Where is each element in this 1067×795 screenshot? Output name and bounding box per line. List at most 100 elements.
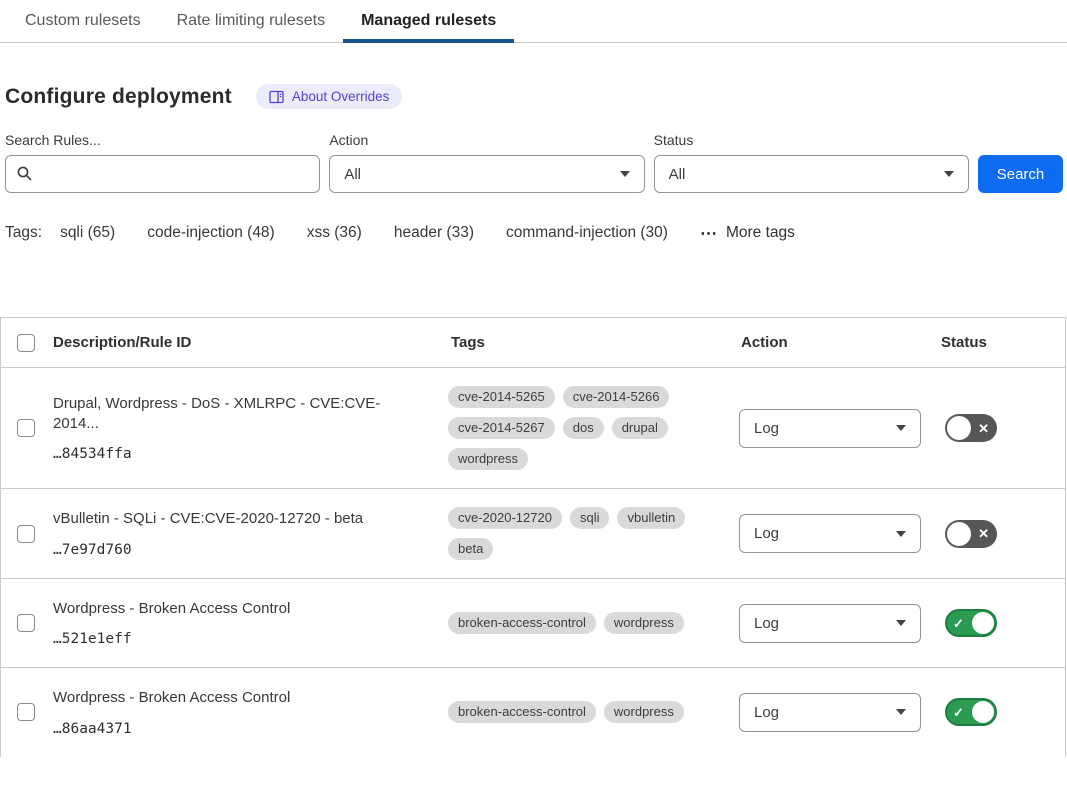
status-toggle[interactable]: ✕: [945, 520, 997, 548]
page-title: Configure deployment: [5, 85, 232, 109]
ruleset-tabbar: Custom rulesets Rate limiting rulesets M…: [0, 0, 1067, 43]
row-checkbox[interactable]: [17, 614, 35, 632]
rule-description: Wordpress - Broken Access Control: [53, 688, 422, 708]
column-header-description: Description/Rule ID: [53, 334, 448, 351]
tag-pill: cve-2020-12720: [448, 507, 562, 529]
tags-bar: Tags: sqli (65) code-injection (48) xss …: [5, 224, 1063, 242]
tab-managed-rulesets[interactable]: Managed rulesets: [343, 0, 514, 42]
more-tags-label: More tags: [726, 224, 795, 242]
tag-filter-xss[interactable]: xss (36): [307, 224, 362, 242]
column-header-status: Status: [941, 334, 1065, 351]
tag-pill: wordpress: [448, 448, 528, 470]
rule-id: …521e1eff: [53, 631, 422, 647]
more-tags-button[interactable]: ⋯ More tags: [700, 224, 795, 242]
tab-rate-limiting-rulesets[interactable]: Rate limiting rulesets: [159, 0, 344, 42]
tag-pill: drupal: [612, 417, 668, 439]
tag-pill: sqli: [570, 507, 610, 529]
about-overrides-link[interactable]: About Overrides: [256, 84, 403, 109]
rules-table: Description/Rule ID Tags Action Status D…: [0, 317, 1066, 757]
status-toggle[interactable]: ✓: [945, 698, 997, 726]
tags-bar-label: Tags:: [5, 224, 42, 242]
chevron-down-icon: [944, 171, 954, 177]
x-icon: ✕: [978, 527, 989, 540]
tag-pill: wordpress: [604, 612, 684, 634]
status-toggle[interactable]: ✓: [945, 609, 997, 637]
row-checkbox[interactable]: [17, 525, 35, 543]
toggle-knob: [972, 701, 994, 723]
tag-pill: vbulletin: [617, 507, 685, 529]
tag-pill: cve-2014-5266: [563, 386, 670, 408]
row-action-value: Log: [754, 420, 779, 437]
ellipsis-icon: ⋯: [700, 225, 717, 242]
row-action-select[interactable]: Log: [739, 693, 921, 732]
tag-filter-sqli[interactable]: sqli (65): [60, 224, 115, 242]
search-group: Search Rules...: [5, 132, 320, 193]
rule-description: Wordpress - Broken Access Control: [53, 599, 422, 619]
table-row: Wordpress - Broken Access Control …521e1…: [1, 578, 1065, 667]
filter-row: Search Rules... Action All Status: [5, 132, 1063, 193]
action-filter-value: All: [344, 166, 361, 183]
check-icon: ✓: [953, 617, 964, 630]
action-filter-group: Action All: [329, 132, 644, 193]
rule-tags: cve-2020-12720 sqli vbulletin beta: [448, 489, 739, 578]
toggle-knob: [947, 416, 971, 440]
tag-filter-command-injection[interactable]: command-injection (30): [506, 224, 668, 242]
check-icon: ✓: [953, 706, 964, 719]
status-filter-group: Status All: [654, 132, 969, 193]
rule-tags: broken-access-control wordpress: [448, 683, 739, 741]
tag-pill: beta: [448, 538, 493, 560]
search-button[interactable]: Search: [978, 155, 1063, 193]
row-action-select[interactable]: Log: [739, 409, 921, 448]
action-filter-select[interactable]: All: [329, 155, 644, 193]
status-toggle[interactable]: ✕: [945, 414, 997, 442]
chevron-down-icon: [896, 531, 906, 537]
status-filter-select[interactable]: All: [654, 155, 969, 193]
status-filter-value: All: [669, 166, 686, 183]
rule-description: Drupal, Wordpress - DoS - XMLRPC - CVE:C…: [53, 394, 422, 435]
about-overrides-label: About Overrides: [292, 89, 390, 104]
table-row: Wordpress - Broken Access Control …86aa4…: [1, 667, 1065, 756]
tab-custom-rulesets[interactable]: Custom rulesets: [7, 0, 159, 42]
row-action-value: Log: [754, 704, 779, 721]
tag-filter-code-injection[interactable]: code-injection (48): [147, 224, 275, 242]
rule-id: …86aa4371: [53, 721, 422, 737]
toggle-knob: [947, 522, 971, 546]
tag-pill: broken-access-control: [448, 701, 596, 723]
search-label: Search Rules...: [5, 132, 320, 148]
chevron-down-icon: [896, 620, 906, 626]
rule-tags: cve-2014-5265 cve-2014-5266 cve-2014-5267 d…: [448, 368, 739, 488]
tag-pill: cve-2014-5265: [448, 386, 555, 408]
status-filter-label: Status: [654, 132, 969, 148]
table-row: vBulletin - SQLi - CVE:CVE-2020-12720 - …: [1, 488, 1065, 578]
row-action-select[interactable]: Log: [739, 514, 921, 553]
page-head: Configure deployment About Overrides: [5, 84, 1063, 109]
x-icon: ✕: [978, 422, 989, 435]
tag-filter-header[interactable]: header (33): [394, 224, 474, 242]
row-action-select[interactable]: Log: [739, 604, 921, 643]
rule-id: …7e97d760: [53, 542, 422, 558]
table-body: Drupal, Wordpress - DoS - XMLRPC - CVE:C…: [1, 367, 1065, 757]
book-icon: [269, 90, 284, 104]
tag-pill: cve-2014-5267: [448, 417, 555, 439]
column-header-action: Action: [739, 334, 941, 351]
table-header-row: Description/Rule ID Tags Action Status: [1, 318, 1065, 367]
select-all-checkbox[interactable]: [17, 334, 35, 352]
action-filter-label: Action: [329, 132, 644, 148]
rule-id: …84534ffa: [53, 446, 422, 462]
rule-tags: broken-access-control wordpress: [448, 594, 739, 652]
tag-pill: wordpress: [604, 701, 684, 723]
table-row: Drupal, Wordpress - DoS - XMLRPC - CVE:C…: [1, 367, 1065, 488]
column-header-tags: Tags: [448, 334, 739, 351]
row-action-value: Log: [754, 615, 779, 632]
row-checkbox[interactable]: [17, 419, 35, 437]
row-action-value: Log: [754, 525, 779, 542]
search-rules-input[interactable]: [5, 155, 320, 193]
chevron-down-icon: [896, 425, 906, 431]
chevron-down-icon: [620, 171, 630, 177]
rule-description: vBulletin - SQLi - CVE:CVE-2020-12720 - …: [53, 509, 422, 529]
tag-pill: broken-access-control: [448, 612, 596, 634]
row-checkbox[interactable]: [17, 703, 35, 721]
toggle-knob: [972, 612, 994, 634]
chevron-down-icon: [896, 709, 906, 715]
tag-pill: dos: [563, 417, 604, 439]
